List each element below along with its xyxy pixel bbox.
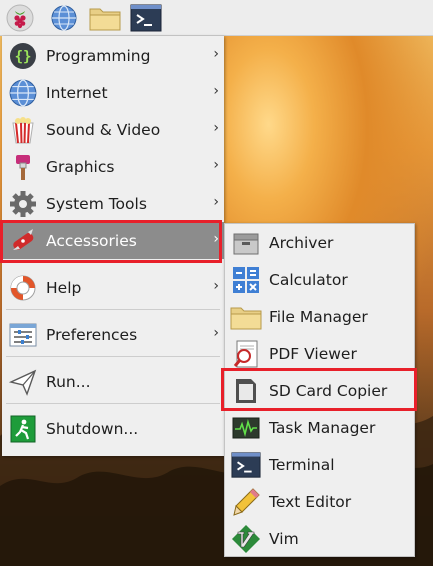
chevron-right-icon: › xyxy=(213,231,219,247)
chevron-right-icon: › xyxy=(213,120,219,136)
submenu-item-label: PDF Viewer xyxy=(269,344,357,363)
submenu-item-label: Vim xyxy=(269,529,299,548)
text-editor-icon xyxy=(229,485,263,519)
menu-item-label: Programming xyxy=(46,46,151,65)
menu-item-label: Preferences xyxy=(46,325,138,344)
menu-item-label: Accessories xyxy=(46,231,137,250)
raspberry-menu-button[interactable] xyxy=(5,3,35,33)
menu-item-run[interactable]: Run... xyxy=(2,363,224,400)
submenu-item-label: Terminal xyxy=(269,455,335,474)
web-browser-button[interactable] xyxy=(49,3,79,33)
raspberry-icon xyxy=(6,4,34,32)
menu-item-label: Graphics xyxy=(46,157,115,176)
menu-item-label: Internet xyxy=(46,83,108,102)
submenu-item-text-editor[interactable]: Text Editor xyxy=(225,483,414,520)
exit-icon xyxy=(6,412,40,446)
programming-icon: {} xyxy=(6,39,40,73)
menu-item-label: Sound & Video xyxy=(46,120,161,139)
submenu-item-label: Task Manager xyxy=(269,418,376,437)
submenu-item-terminal[interactable]: Terminal xyxy=(225,446,414,483)
menu-item-help[interactable]: Help › xyxy=(2,269,224,306)
menu-separator xyxy=(6,262,220,263)
submenu-item-label: SD Card Copier xyxy=(269,381,388,400)
pdf-viewer-icon xyxy=(229,337,263,371)
submenu-item-label: Calculator xyxy=(269,270,348,289)
submenu-item-archiver[interactable]: Archiver xyxy=(225,224,414,261)
submenu-item-label: Text Editor xyxy=(269,492,352,511)
sd-card-icon xyxy=(229,374,263,408)
folder-icon xyxy=(229,300,263,334)
globe-icon xyxy=(6,76,40,110)
calculator-icon xyxy=(229,263,263,297)
menu-item-label: Help xyxy=(46,278,82,297)
gear-icon xyxy=(6,187,40,221)
chevron-right-icon: › xyxy=(213,194,219,210)
submenu-item-file-manager[interactable]: File Manager xyxy=(225,298,414,335)
sound-video-icon xyxy=(6,113,40,147)
menu-item-label: Run... xyxy=(46,372,91,391)
chevron-right-icon: › xyxy=(213,46,219,62)
menu-item-preferences[interactable]: Preferences › xyxy=(2,316,224,353)
submenu-item-calculator[interactable]: Calculator xyxy=(225,261,414,298)
task-manager-icon xyxy=(229,411,263,445)
chevron-right-icon: › xyxy=(213,325,219,341)
menu-separator xyxy=(6,403,220,404)
file-manager-button[interactable] xyxy=(88,3,122,33)
archiver-icon xyxy=(229,226,263,260)
menu-item-sound-video[interactable]: Sound & Video › xyxy=(2,111,224,148)
menu-item-internet[interactable]: Internet › xyxy=(2,74,224,111)
accessories-submenu: Archiver Calculator File Manager PDF Vie… xyxy=(224,223,415,557)
chevron-right-icon: › xyxy=(213,157,219,173)
swiss-knife-icon xyxy=(6,224,40,258)
submenu-item-task-manager[interactable]: Task Manager xyxy=(225,409,414,446)
menu-item-graphics[interactable]: Graphics › xyxy=(2,148,224,185)
terminal-icon xyxy=(229,448,263,482)
menu-item-shutdown[interactable]: Shutdown... xyxy=(2,410,224,447)
main-menu: {} Programming › Internet › Sound & Vide… xyxy=(2,36,224,456)
submenu-item-pdf-viewer[interactable]: PDF Viewer xyxy=(225,335,414,372)
menu-item-accessories[interactable]: Accessories › xyxy=(2,222,224,259)
menu-separator xyxy=(6,356,220,357)
graphics-icon xyxy=(6,150,40,184)
menu-item-label: System Tools xyxy=(46,194,147,213)
menu-item-programming[interactable]: {} Programming › xyxy=(2,37,224,74)
terminal-icon xyxy=(130,4,162,32)
terminal-button[interactable] xyxy=(129,3,163,33)
taskbar xyxy=(0,0,433,36)
paper-plane-icon xyxy=(6,365,40,399)
chevron-right-icon: › xyxy=(213,83,219,99)
preferences-icon xyxy=(6,318,40,352)
menu-item-system-tools[interactable]: System Tools › xyxy=(2,185,224,222)
svg-text:{}: {} xyxy=(15,49,32,65)
submenu-item-vim[interactable]: Vim xyxy=(225,520,414,557)
menu-item-label: Shutdown... xyxy=(46,419,139,438)
submenu-item-label: File Manager xyxy=(269,307,368,326)
menu-separator xyxy=(6,309,220,310)
submenu-item-label: Archiver xyxy=(269,233,334,252)
submenu-item-sd-card-copier[interactable]: SD Card Copier xyxy=(225,372,414,409)
lifebuoy-icon xyxy=(6,271,40,305)
folder-icon xyxy=(89,8,121,31)
chevron-right-icon: › xyxy=(213,278,219,294)
globe-icon xyxy=(51,5,77,31)
vim-icon xyxy=(229,522,263,556)
